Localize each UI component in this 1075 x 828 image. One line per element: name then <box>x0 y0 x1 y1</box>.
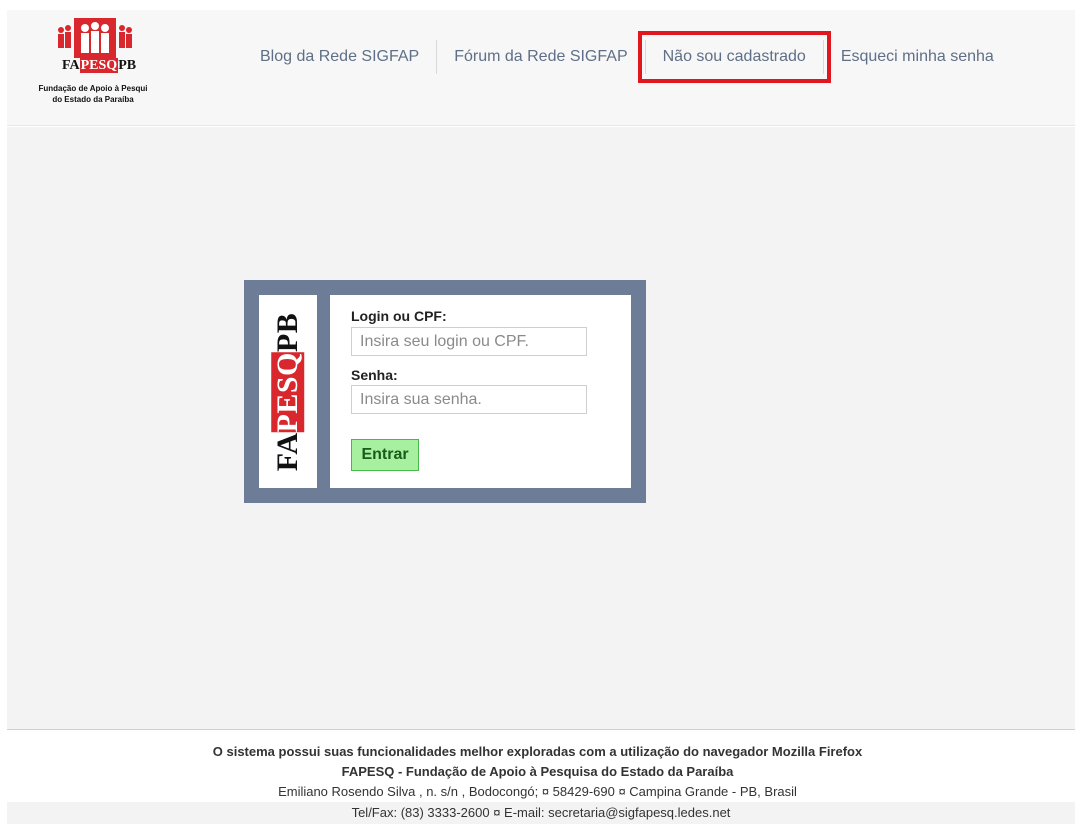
logo-wordmark: FAPESQPB <box>62 58 137 73</box>
main-content: FAPESQPB Login ou CPF: Senha: Entrar <box>7 127 1075 730</box>
footer: O sistema possui suas funcionalidades me… <box>0 742 1075 824</box>
logo-caption: Fundação de Apoio à Pesqui do Estado da … <box>18 83 168 105</box>
fapesq-logo[interactable]: FAPESQPB Fundação de Apoio à Pesqui do E… <box>18 18 168 118</box>
nav-link-not-registered[interactable]: Não sou cadastrado <box>637 31 831 83</box>
login-label: Login ou CPF: <box>351 308 447 324</box>
footer-address: Emiliano Rosendo Silva , n. s/n , Bodoco… <box>278 784 797 799</box>
footer-browser-note: O sistema possui suas funcionalidades me… <box>212 744 863 759</box>
login-card: FAPESQPB Login ou CPF: Senha: Entrar <box>244 280 646 503</box>
footer-org-name: FAPESQ - Fundação de Apoio à Pesquisa do… <box>341 764 734 779</box>
login-input[interactable] <box>351 327 587 356</box>
card-logo: FAPESQPB <box>259 295 317 488</box>
logo-caption-line2: do Estado da Paraíba <box>52 95 134 104</box>
top-nav: Blog da Rede SIGFAP Fórum da Rede SIGFAP… <box>243 31 1011 83</box>
footer-contact: Tel/Fax: (83) 3333-2600 ¤ E-mail: secret… <box>7 802 1075 824</box>
enter-button[interactable]: Entrar <box>351 439 419 471</box>
password-input[interactable] <box>351 385 587 414</box>
login-form: Login ou CPF: Senha: Entrar <box>330 295 631 488</box>
nav-link-forum[interactable]: Fórum da Rede SIGFAP <box>437 39 644 75</box>
nav-link-blog[interactable]: Blog da Rede SIGFAP <box>243 39 436 75</box>
people-logo-icon <box>58 18 132 58</box>
vertical-fapesq-logo: FAPESQPB <box>271 312 304 471</box>
page: FAPESQPB Fundação de Apoio à Pesqui do E… <box>0 0 1075 828</box>
nav-link-forgot-password[interactable]: Esqueci minha senha <box>824 39 1011 75</box>
header: FAPESQPB Fundação de Apoio à Pesqui do E… <box>7 10 1075 126</box>
logo-caption-line1: Fundação de Apoio à Pesqui <box>38 84 148 93</box>
password-label: Senha: <box>351 367 398 383</box>
